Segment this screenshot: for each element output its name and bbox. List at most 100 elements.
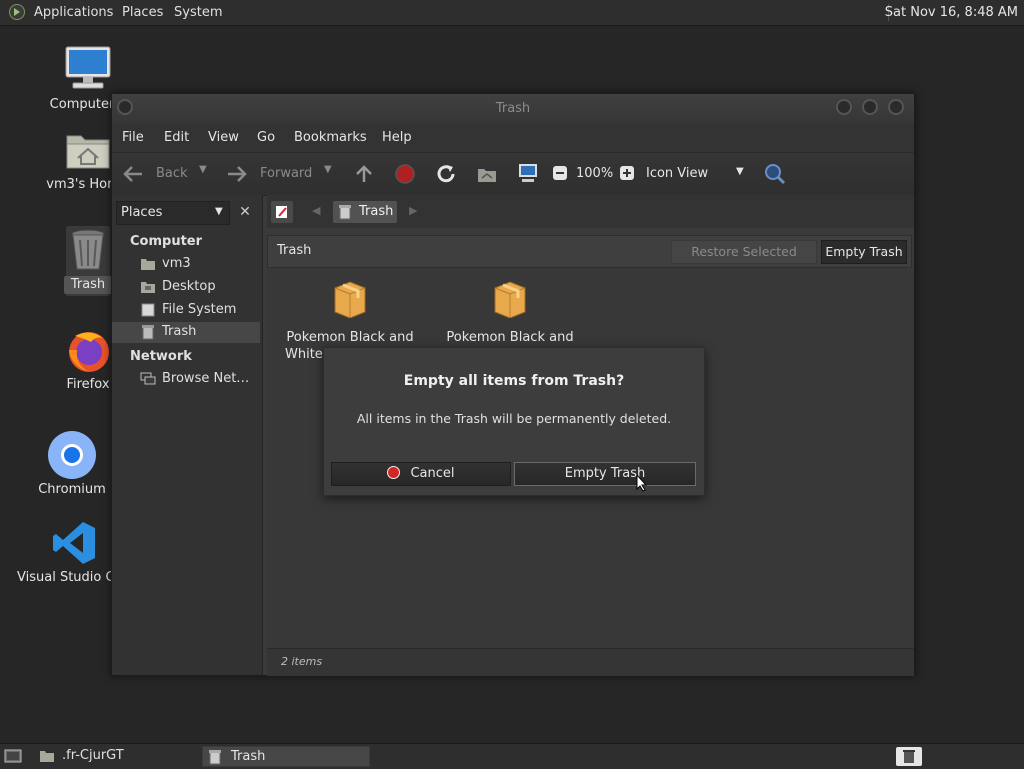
trash-icon: [71, 229, 105, 270]
clock[interactable]: Sat Nov 16, 8:48 AM: [885, 0, 1018, 25]
reload-icon[interactable]: [435, 163, 457, 185]
chromium-icon: [48, 431, 96, 479]
title-bar[interactable]: Trash: [112, 94, 914, 124]
menu-edit[interactable]: Edit: [164, 124, 189, 152]
path-crumb-trash[interactable]: Trash: [333, 201, 397, 223]
path-crumb-label: Trash: [359, 204, 394, 219]
applications-menu[interactable]: Applications: [34, 0, 113, 25]
forward-history-dropdown-icon[interactable]: ▼: [324, 164, 332, 175]
stop-icon[interactable]: [394, 163, 416, 185]
menu-help[interactable]: Help: [382, 124, 412, 152]
path-bar: ◀ Trash ▶: [267, 195, 914, 228]
places-menu[interactable]: Places: [122, 0, 163, 25]
restore-selected-items-button[interactable]: Restore Selected Items: [671, 240, 817, 281]
forward-button[interactable]: Forward: [226, 163, 326, 185]
sidebar-item-file-system[interactable]: File System: [112, 300, 260, 321]
drive-icon: [141, 303, 155, 317]
sidebar-item-browse-network[interactable]: Browse Net…: [112, 369, 260, 390]
computer-icon: [65, 46, 111, 89]
menu-bar: File Edit View Go Bookmarks Help: [112, 124, 914, 152]
menu-file[interactable]: File: [122, 124, 144, 152]
mouse-cursor-icon: [636, 474, 648, 492]
zoom-in-icon[interactable]: [620, 166, 634, 180]
sidebar-item-label: File System: [162, 302, 237, 317]
toolbar: Back ▼ Forward ▼ 100% Icon View ▼: [112, 152, 914, 196]
file-name-line: Pokemon Black and: [286, 330, 414, 345]
trash-info-bar: Trash Restore Selected Items Empty Trash: [267, 235, 912, 281]
forward-label: Forward: [260, 166, 313, 181]
bottom-panel: .fr-CjurGT Trash: [0, 743, 1024, 769]
view-mode-select[interactable]: Icon View: [646, 166, 708, 181]
dialog-title: Empty all items from Trash?: [403, 373, 625, 389]
menu-go[interactable]: Go: [257, 124, 275, 152]
confirm-label: Empty Trash: [564, 466, 646, 481]
file-name-line: White: [285, 347, 323, 362]
file-item[interactable]: Pokemon Black and White: [275, 278, 425, 362]
menu-bookmarks[interactable]: Bookmarks: [294, 124, 367, 152]
sidebar-item-vm3[interactable]: vm3: [112, 254, 260, 275]
home-icon[interactable]: [476, 163, 498, 185]
sidebar-item-label: Desktop: [162, 279, 216, 294]
item-count: 2 items: [281, 655, 323, 668]
computer-location-icon[interactable]: [517, 162, 539, 184]
back-arrow-icon: [123, 166, 142, 182]
cancel-label: Cancel: [410, 466, 455, 481]
sidebar-item-trash[interactable]: Trash: [112, 322, 260, 343]
file-name-line: Pokemon Black and: [446, 330, 574, 345]
path-scroll-left-icon[interactable]: ◀: [312, 204, 320, 217]
minimize-button[interactable]: [836, 99, 852, 115]
panel-trash-applet-icon[interactable]: [896, 747, 922, 766]
cancel-icon: [387, 465, 401, 479]
top-panel: Applications Places System Sat Nov 16, 8…: [0, 0, 1024, 26]
taskbar-item-label: .fr-CjurGT: [62, 748, 124, 763]
forward-arrow-icon: [228, 166, 247, 182]
file-item[interactable]: Pokemon Black and: [435, 278, 585, 358]
close-sidebar-icon[interactable]: ✕: [234, 202, 256, 222]
status-bar: 2 items: [267, 648, 914, 676]
taskbar-item-label: Trash: [231, 749, 266, 764]
path-scroll-right-icon[interactable]: ▶: [409, 204, 417, 217]
show-desktop-icon[interactable]: [4, 748, 22, 764]
taskbar-item-trash[interactable]: Trash: [202, 746, 370, 767]
desktop-folder-icon: [141, 282, 155, 293]
window-title: Trash: [495, 101, 531, 116]
network-icon: [140, 372, 156, 385]
menu-view[interactable]: View: [208, 124, 239, 152]
distro-logo-icon[interactable]: [9, 4, 25, 20]
close-button[interactable]: [888, 99, 904, 115]
vscode-icon: [53, 522, 95, 564]
dialog-message: All items in the Trash will be permanent…: [356, 411, 672, 426]
trash-icon: [142, 325, 154, 340]
empty-trash-button[interactable]: Empty Trash: [821, 240, 907, 264]
back-button[interactable]: Back: [122, 163, 204, 185]
desktop-icon-label: Visual Studio Code: [17, 570, 113, 585]
search-icon[interactable]: [763, 162, 787, 186]
maximize-button[interactable]: [862, 99, 878, 115]
firefox-icon: [69, 332, 109, 372]
package-icon: [494, 281, 526, 318]
sidebar-item-label: Trash: [162, 324, 197, 339]
up-arrow-icon[interactable]: [353, 163, 375, 185]
folder-icon: [40, 751, 54, 762]
sidebar-item-desktop[interactable]: Desktop: [112, 277, 260, 298]
confirm-empty-trash-button[interactable]: Empty Trash: [514, 462, 696, 486]
home-folder-icon: [141, 259, 155, 270]
sidebar-section-computer: Computer: [130, 234, 203, 249]
info-bar-label: Trash: [277, 243, 312, 258]
zoom-out-icon[interactable]: [553, 166, 567, 180]
desktop-icon-label: Trash: [70, 277, 106, 292]
sidebar-type-select[interactable]: Places ▼: [116, 201, 230, 225]
taskbar-item-folder[interactable]: .fr-CjurGT: [34, 746, 196, 767]
trash-icon: [339, 205, 351, 220]
back-history-dropdown-icon[interactable]: ▼: [199, 164, 207, 175]
sidebar: Places ▼ ✕ Computer vm3 Desktop File Sys…: [112, 195, 263, 675]
sidebar-type-label: Places: [121, 205, 163, 220]
toggle-location-entry-button[interactable]: [271, 201, 293, 223]
view-mode-dropdown-icon[interactable]: ▼: [736, 166, 744, 177]
system-menu[interactable]: System: [174, 0, 222, 25]
zoom-level[interactable]: 100%: [576, 166, 613, 181]
trash-icon: [209, 750, 221, 765]
back-label: Back: [156, 166, 188, 181]
desktop-icon-trash[interactable]: Trash: [64, 226, 112, 296]
cancel-button[interactable]: Cancel: [331, 462, 511, 486]
